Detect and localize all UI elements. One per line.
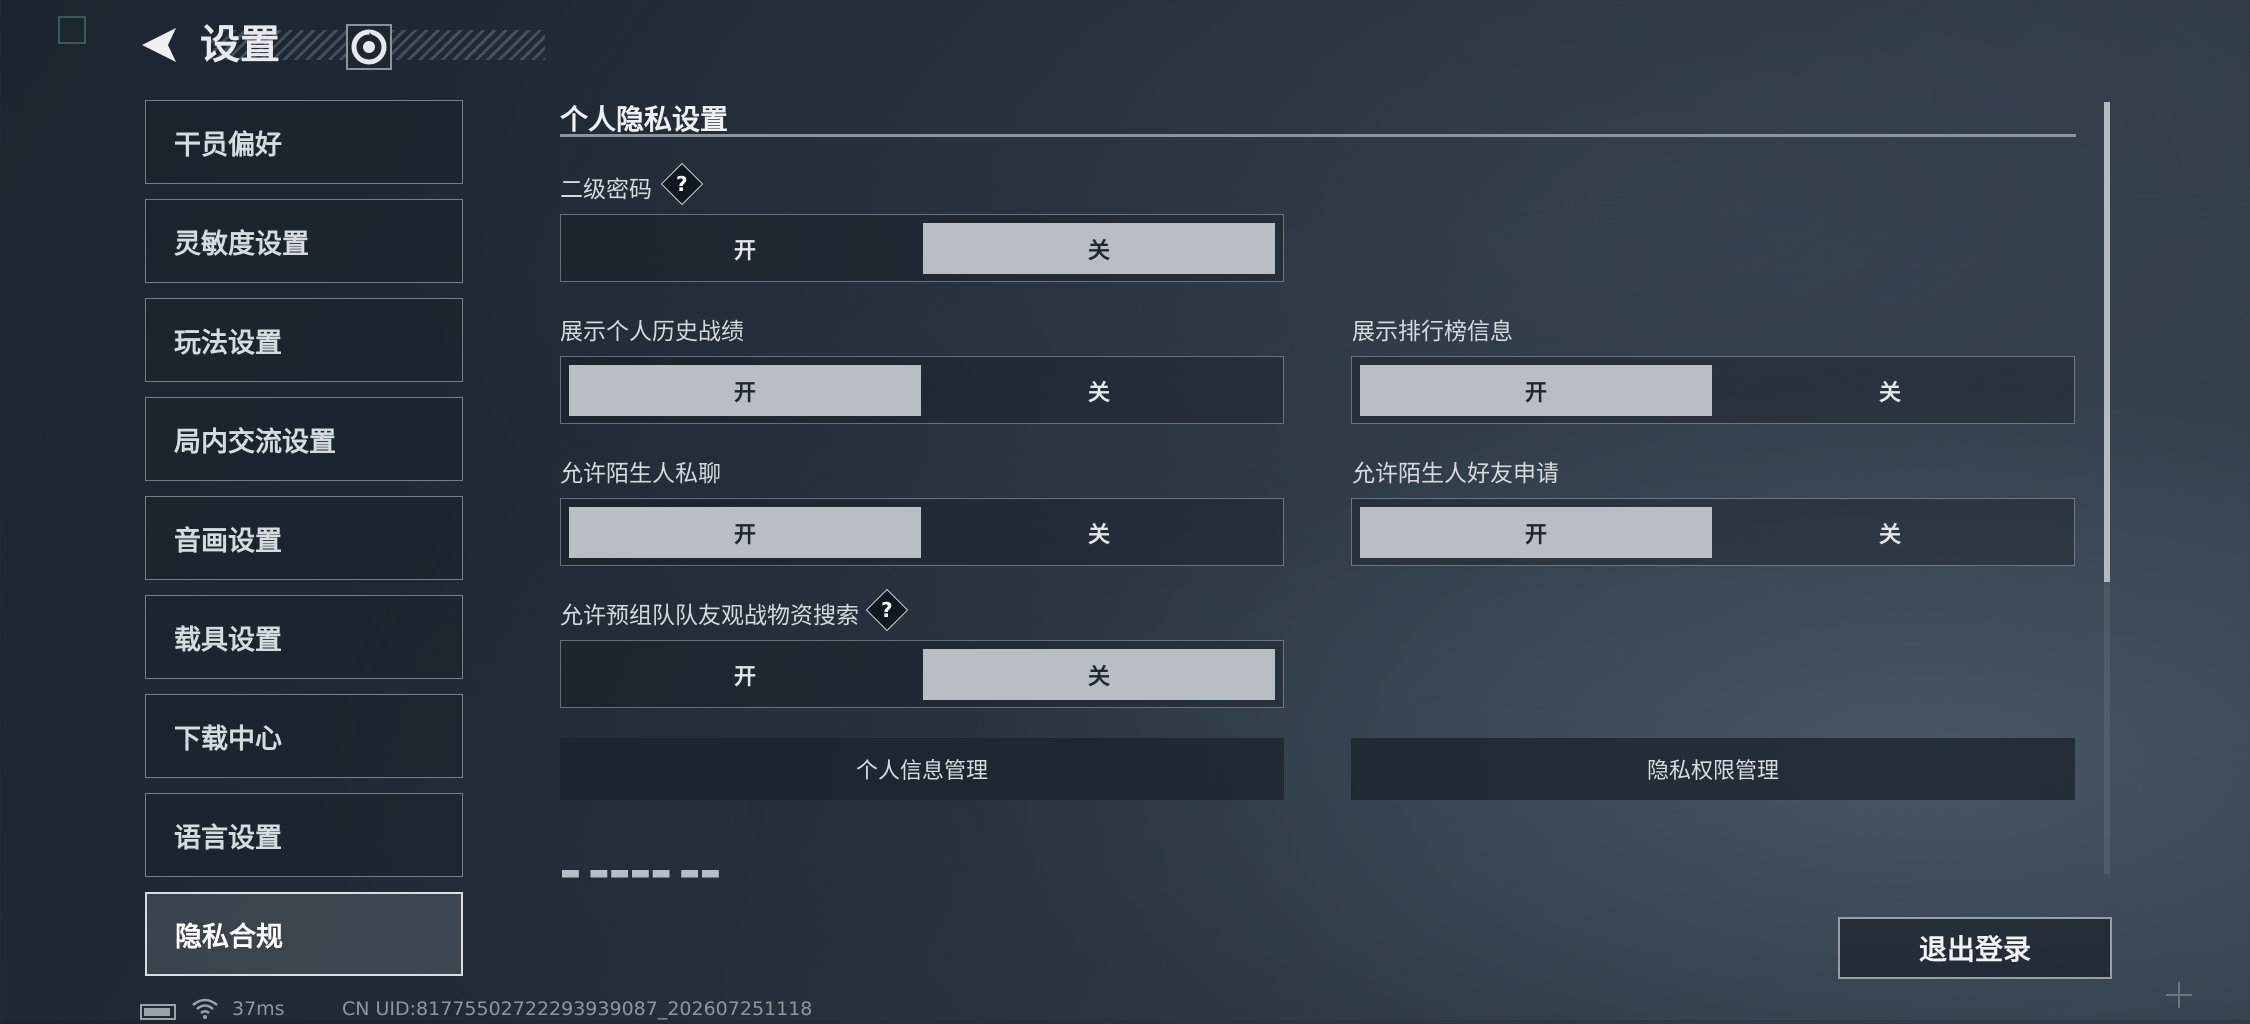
show-history-toggle[interactable]: 开 关 <box>560 356 1284 424</box>
show-leaderboard-label: 展示排行榜信息 <box>1352 319 1513 345</box>
corner-frame-icon <box>58 16 86 44</box>
back-arrow-icon[interactable] <box>138 24 180 66</box>
squad-spectate-toggle[interactable]: 开 关 <box>560 640 1284 708</box>
stranger-friend-toggle[interactable]: 开 关 <box>1351 498 2075 566</box>
toggle-on-option[interactable]: 开 <box>1360 365 1712 416</box>
toggle-on-option[interactable]: 开 <box>569 223 921 274</box>
second-password-toggle[interactable]: 开 关 <box>560 214 1284 282</box>
page-title: 设置 <box>200 22 280 68</box>
game-logo-icon <box>346 24 392 70</box>
stranger-chat-toggle[interactable]: 开 关 <box>560 498 1284 566</box>
sidebar-item-ingame-communication[interactable]: 局内交流设置 <box>145 397 463 481</box>
show-history-label: 展示个人历史战绩 <box>560 319 744 345</box>
toggle-on-option[interactable]: 开 <box>569 649 921 700</box>
uid-text: CN UID:81775502722293939087_202607251118 <box>342 998 813 1020</box>
sidebar-item-audio-video[interactable]: 音画设置 <box>145 496 463 580</box>
sidebar-item-download-center[interactable]: 下载中心 <box>145 694 463 778</box>
squad-spectate-label: 允许预组队队友观战物资搜索 <box>560 603 859 629</box>
toggle-off-option[interactable]: 关 <box>1714 365 2066 416</box>
sidebar-item-language[interactable]: 语言设置 <box>145 793 463 877</box>
sidebar-item-privacy-compliance[interactable]: 隐私合规 <box>145 892 463 976</box>
sidebar-item-vehicle[interactable]: 载具设置 <box>145 595 463 679</box>
battery-icon <box>140 1004 176 1020</box>
plus-icon <box>2164 980 2194 1010</box>
wifi-icon <box>190 996 220 1020</box>
toggle-on-option[interactable]: 开 <box>569 507 921 558</box>
personal-info-management-button[interactable]: 个人信息管理 <box>560 738 1284 800</box>
ping-text: 37ms <box>232 998 285 1020</box>
sidebar-item-operator-preference[interactable]: 干员偏好 <box>145 100 463 184</box>
toggle-on-option[interactable]: 开 <box>1360 507 1712 558</box>
section-title: 个人隐私设置 <box>560 103 729 136</box>
help-icon[interactable]: ? <box>660 162 704 206</box>
logout-button[interactable]: 退出登录 <box>1838 917 2112 979</box>
second-password-label: 二级密码 <box>560 177 652 203</box>
toggle-on-option[interactable]: 开 <box>569 365 921 416</box>
next-section-heading-clipped: ▬ ▬▬▬▬ ▬▬ <box>560 870 721 884</box>
toggle-off-option[interactable]: 关 <box>1714 507 2066 558</box>
stranger-friend-label: 允许陌生人好友申请 <box>1352 461 1559 487</box>
sidebar-item-gameplay[interactable]: 玩法设置 <box>145 298 463 382</box>
toggle-off-option[interactable]: 关 <box>923 365 1275 416</box>
help-icon[interactable]: ? <box>865 588 909 632</box>
section-divider <box>560 134 2076 137</box>
toggle-off-option[interactable]: 关 <box>923 507 1275 558</box>
stranger-chat-label: 允许陌生人私聊 <box>560 461 721 487</box>
toggle-off-option[interactable]: 关 <box>923 223 1275 274</box>
scrollbar-thumb[interactable] <box>2104 102 2110 582</box>
show-leaderboard-toggle[interactable]: 开 关 <box>1351 356 2075 424</box>
privacy-permission-management-button[interactable]: 隐私权限管理 <box>1351 738 2075 800</box>
sidebar-item-sensitivity[interactable]: 灵敏度设置 <box>145 199 463 283</box>
toggle-off-option[interactable]: 关 <box>923 649 1275 700</box>
